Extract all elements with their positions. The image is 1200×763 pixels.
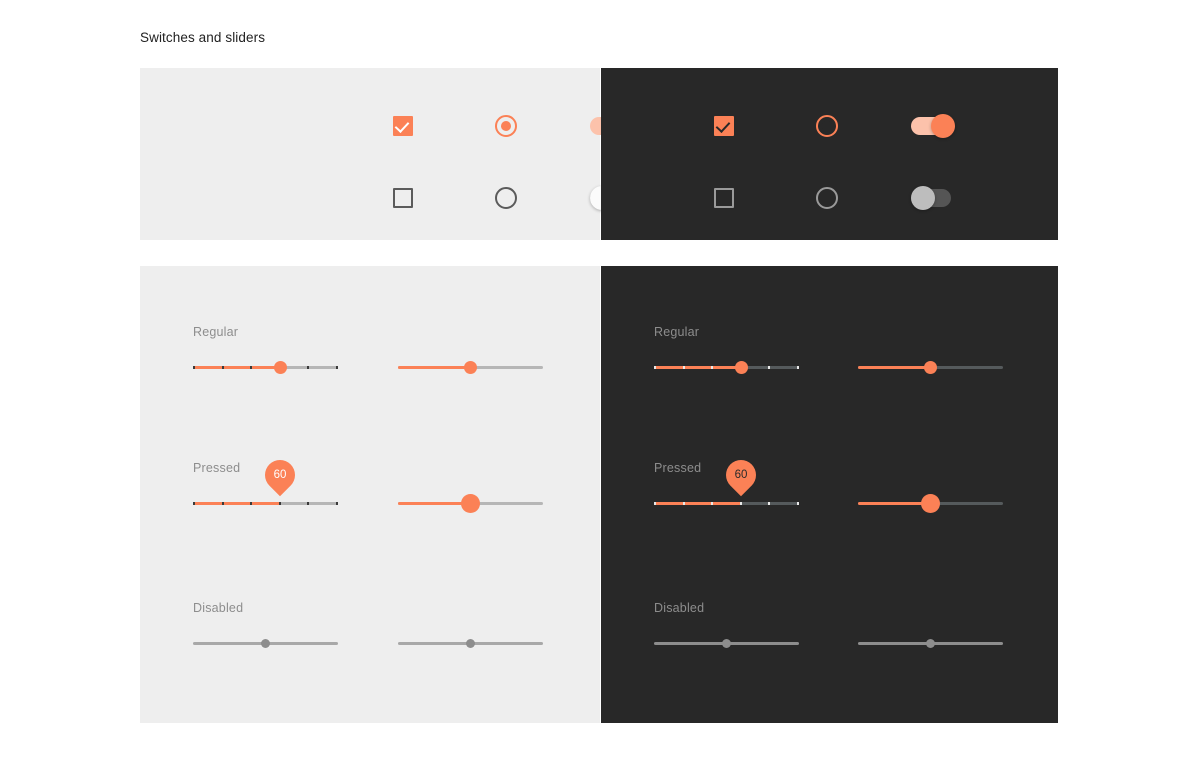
slider-thumb[interactable] [924, 361, 937, 374]
slider-tick [739, 502, 742, 505]
slider[interactable]: 60 [654, 453, 799, 519]
slider-tick [711, 366, 714, 369]
slider-fill [654, 502, 741, 505]
slider-tick [278, 502, 281, 505]
switch-on-icon[interactable] [911, 114, 955, 138]
sliders-panel-dark: Regular Pressed 60 Disabled [601, 266, 1058, 723]
slider-tick [768, 366, 771, 369]
switch-thumb[interactable] [931, 114, 955, 138]
slider-tick [682, 366, 685, 369]
radio-selected-dark[interactable] [799, 106, 855, 146]
radio-unselected-dark[interactable] [799, 178, 855, 218]
slider-thumb[interactable] [461, 494, 480, 513]
slider-value-pin[interactable]: 60 [258, 453, 302, 497]
controls-panel-dark [601, 68, 1058, 240]
radio-unselected-icon[interactable] [816, 187, 838, 209]
sliders-panel-light: Regular Pressed 60 Disabled [140, 266, 600, 723]
switch-off-dark[interactable] [905, 178, 961, 218]
slider-thumb[interactable] [926, 639, 935, 648]
slider-thumb[interactable] [273, 361, 287, 374]
checkbox-checked-dark[interactable] [696, 106, 752, 146]
slider-tick [654, 366, 656, 369]
page-title: Switches and sliders [140, 30, 266, 45]
slider-fill [858, 502, 931, 505]
slider[interactable] [398, 489, 543, 519]
slider[interactable] [398, 629, 543, 659]
slider-tick [307, 366, 310, 369]
slider-tick [250, 366, 253, 369]
slider-tick [221, 502, 224, 505]
slider-fill [858, 366, 931, 369]
switch-off-icon[interactable] [911, 186, 955, 210]
radio-selected-icon[interactable] [816, 115, 838, 137]
slider[interactable] [398, 353, 543, 383]
slider-group-label: Regular [193, 325, 239, 339]
checkbox-checked-icon[interactable] [714, 116, 734, 136]
slider-thumb[interactable] [261, 639, 270, 648]
slider-tick [711, 502, 714, 505]
slider-tick [193, 366, 195, 369]
controls-grid-dark [601, 68, 1058, 240]
slider-value-pin[interactable]: 60 [719, 453, 763, 497]
slider-thumb[interactable] [464, 361, 477, 374]
slider-fill [654, 366, 741, 369]
slider[interactable] [654, 353, 799, 383]
checkbox-unchecked-dark[interactable] [696, 178, 752, 218]
checkbox-unchecked-light[interactable] [375, 178, 431, 218]
switch-on-dark[interactable] [905, 106, 961, 146]
radio-unselected-icon[interactable] [495, 187, 517, 209]
switch-thumb[interactable] [911, 186, 935, 210]
checkbox-checked-light[interactable] [375, 106, 431, 146]
slider-tick [768, 502, 771, 505]
slider-tick [336, 366, 338, 369]
slider-tick [682, 502, 685, 505]
controls-grid-light [140, 68, 634, 240]
slider-thumb[interactable] [722, 639, 731, 648]
slider-group-label: Disabled [193, 601, 244, 615]
slider-group-label: Pressed [193, 461, 241, 475]
slider-fill [193, 366, 280, 369]
radio-selected-light[interactable] [478, 106, 534, 146]
controls-panel-light [140, 68, 634, 240]
slider-fill [398, 502, 471, 505]
slider-tick [797, 366, 799, 369]
checkbox-checked-icon[interactable] [393, 116, 413, 136]
checkbox-unchecked-icon[interactable] [393, 188, 413, 208]
slider-tick [250, 502, 253, 505]
slider-tick [797, 502, 799, 505]
slider-fill [398, 366, 471, 369]
slider-tick [221, 366, 224, 369]
slider-tick [336, 502, 338, 505]
slider[interactable] [193, 629, 338, 659]
slider-group-label: Regular [654, 325, 700, 339]
slider-tick [654, 502, 656, 505]
radio-unselected-light[interactable] [478, 178, 534, 218]
slider[interactable]: 60 [193, 453, 338, 519]
slider-group-label: Pressed [654, 461, 702, 475]
slider[interactable] [193, 353, 338, 383]
slider-value-label: 60 [734, 469, 748, 481]
slider[interactable] [858, 353, 1003, 383]
slider-thumb[interactable] [734, 361, 748, 374]
slider[interactable] [654, 629, 799, 659]
slider-tick [193, 502, 195, 505]
slider[interactable] [858, 629, 1003, 659]
slider[interactable] [858, 489, 1003, 519]
radio-selected-icon[interactable] [495, 115, 517, 137]
slider-thumb[interactable] [466, 639, 475, 648]
checkbox-unchecked-icon[interactable] [714, 188, 734, 208]
slider-tick [307, 502, 310, 505]
slider-fill [193, 502, 280, 505]
slider-thumb[interactable] [921, 494, 940, 513]
slider-value-label: 60 [273, 469, 287, 481]
slider-group-label: Disabled [654, 601, 705, 615]
